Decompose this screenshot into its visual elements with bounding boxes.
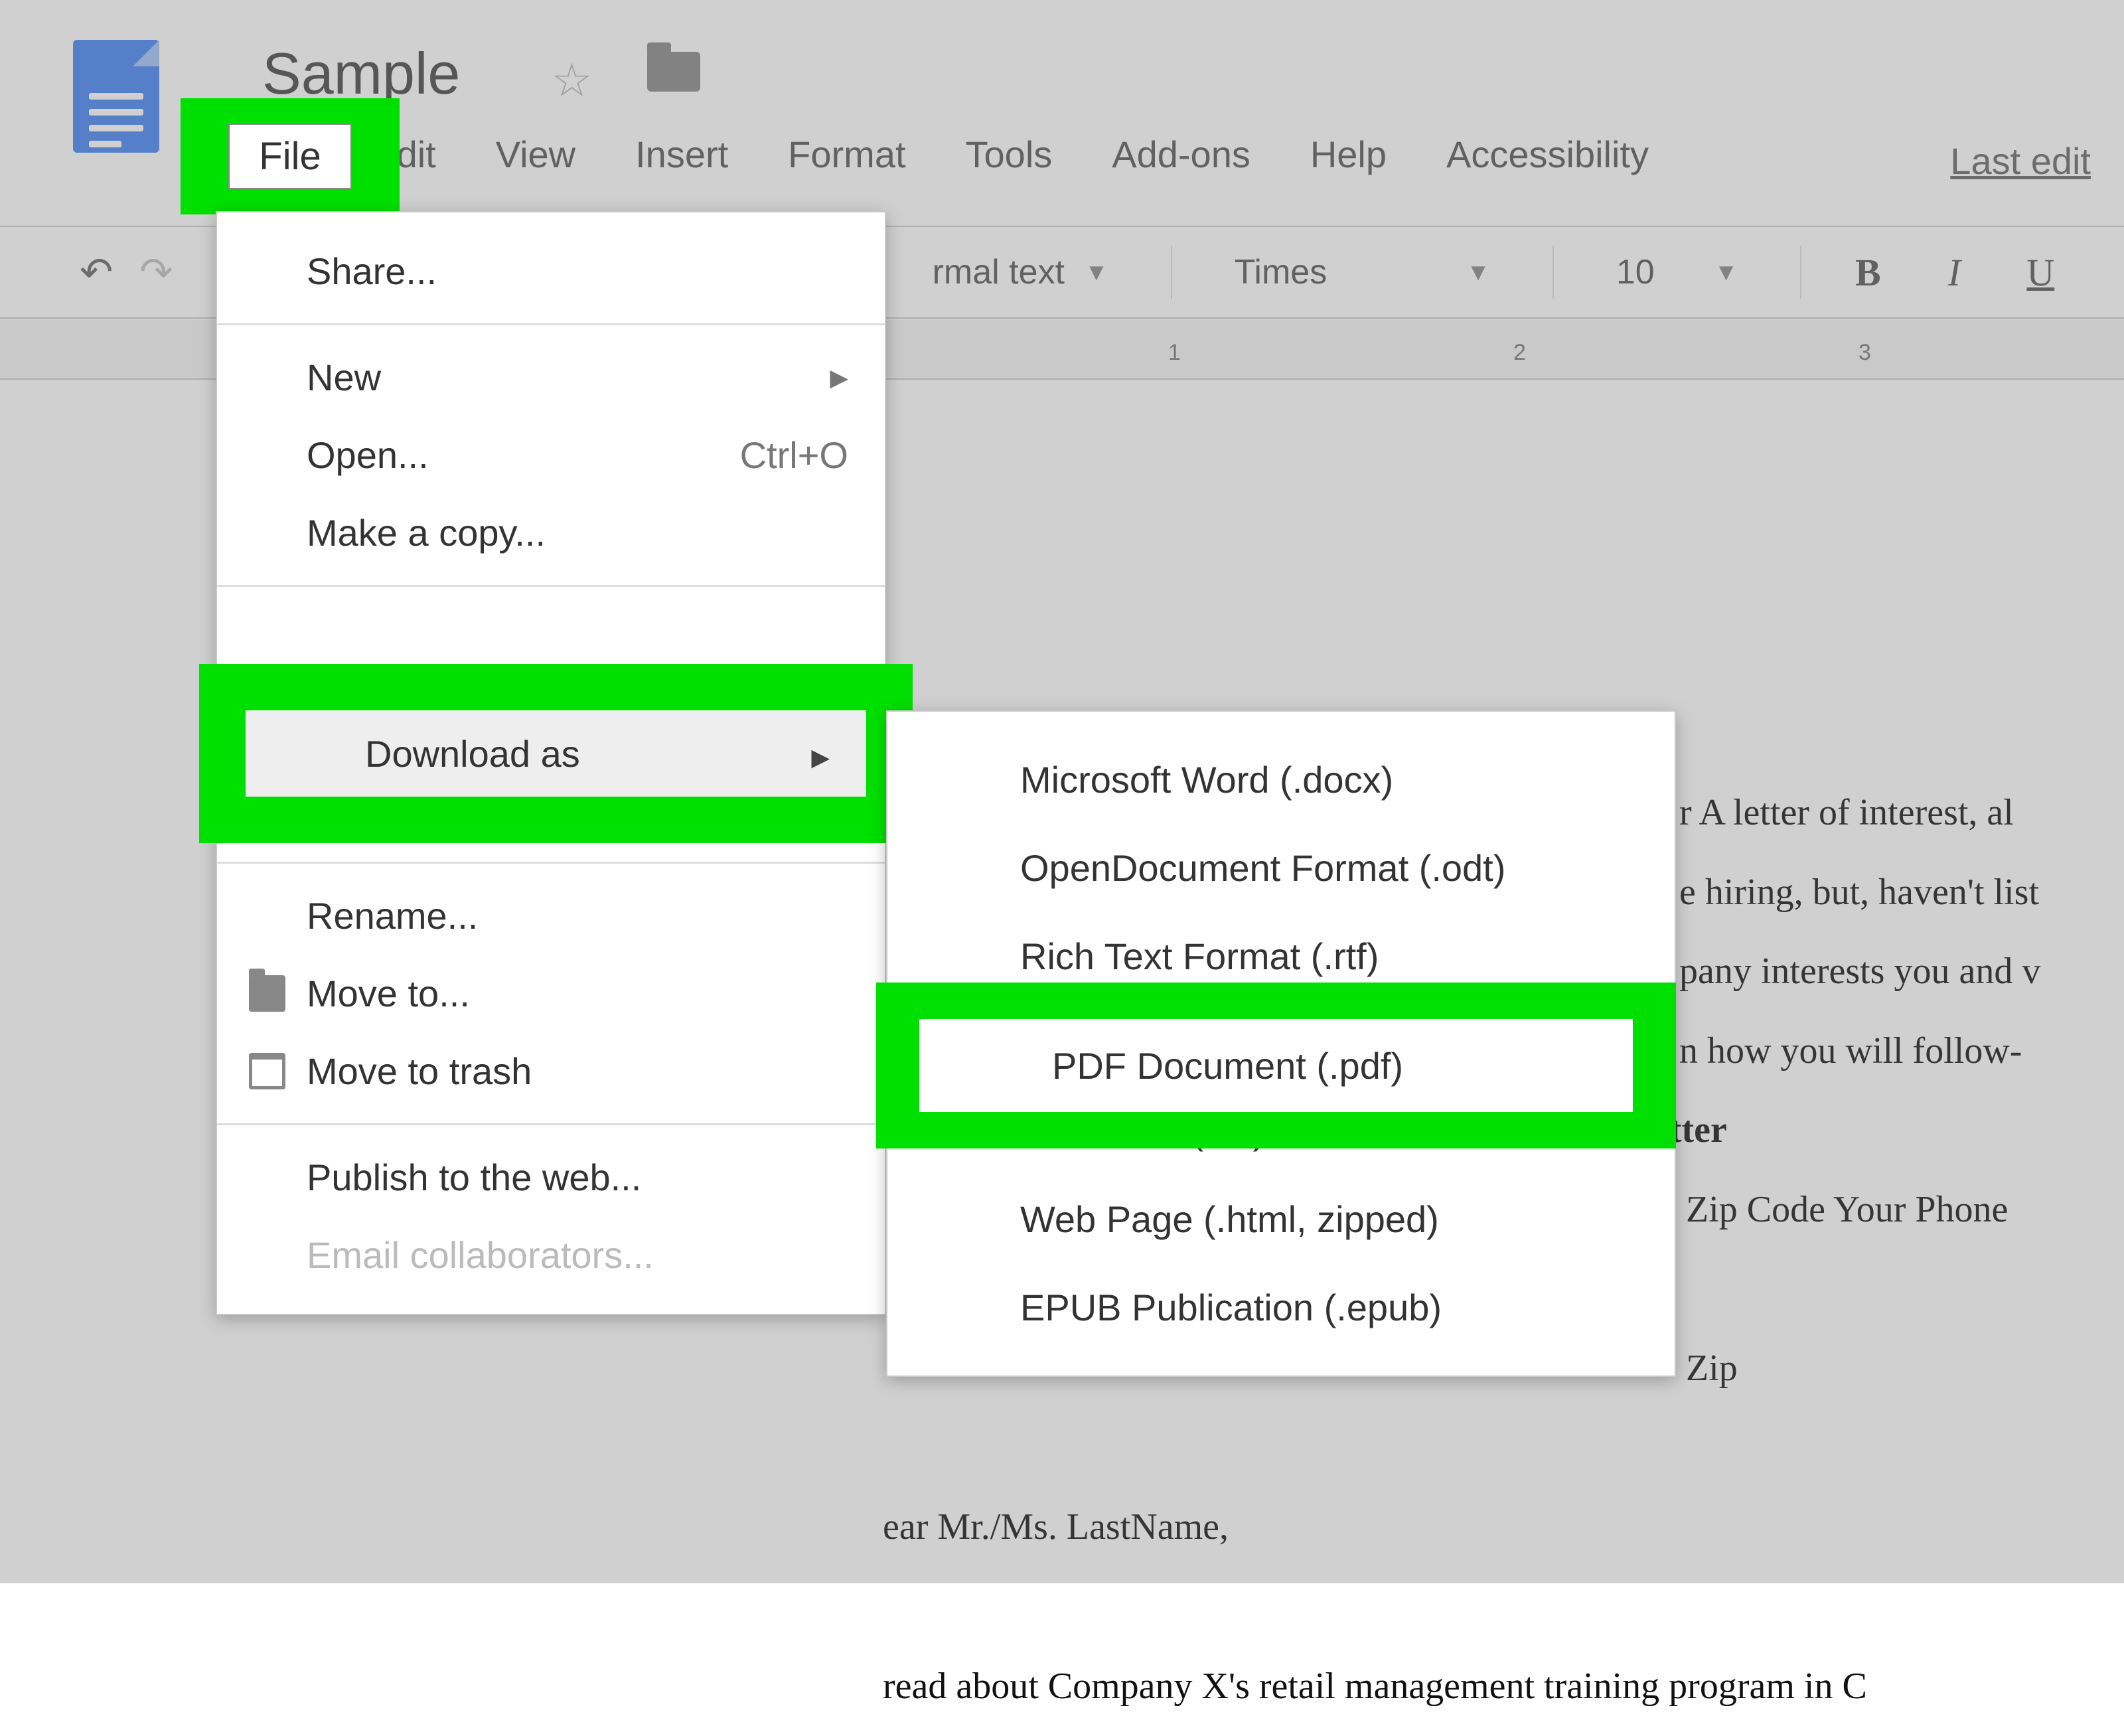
file-menu-item-label: Move to trash [307, 1050, 532, 1093]
menu-tools[interactable]: Tools [966, 133, 1053, 176]
menu-view[interactable]: View [496, 133, 575, 176]
file-menu-item-label: Rename... [307, 894, 478, 937]
file-menu-item[interactable]: Publish to the web... [217, 1139, 885, 1216]
file-menu-item-label: Publish to the web... [307, 1156, 641, 1199]
undo-icon[interactable]: ↶ [80, 249, 113, 295]
paragraph-style-combo[interactable]: rmal text▼ [917, 247, 1124, 297]
file-menu-item[interactable]: Open... Ctrl+O [217, 416, 885, 494]
keyboard-shortcut: Ctrl+O [740, 434, 848, 477]
file-menu-item[interactable]: Rename... [217, 877, 885, 955]
file-menu-item-label: Email collaborators... [307, 1233, 654, 1277]
file-menu-item-label: Move to... [307, 972, 470, 1015]
ruler-mark: 2 [1513, 340, 1526, 366]
trash-icon [249, 1053, 285, 1089]
file-menu-item[interactable]: Share... [217, 232, 885, 310]
menu-file-highlighted[interactable]: File [228, 123, 351, 189]
menu-addons[interactable]: Add-ons [1112, 133, 1251, 176]
folder-icon [249, 975, 285, 1012]
star-icon[interactable]: ☆ [551, 53, 593, 108]
menu-accessibility[interactable]: Accessibility [1446, 133, 1649, 176]
submenu-item-pdf-highlighted[interactable]: PDF Document (.pdf) [919, 1019, 1633, 1112]
file-menu-item[interactable]: Move to trash [217, 1032, 885, 1110]
file-menu-item-label: New [307, 356, 381, 399]
file-menu-item[interactable]: Make a copy... [217, 494, 885, 572]
chevron-right-icon: ▶ [830, 364, 848, 392]
bold-button[interactable]: B [1848, 250, 1888, 295]
download-submenu-item[interactable]: Web Page (.html, zipped) [887, 1175, 1675, 1263]
last-edit-link[interactable]: Last edit [1950, 139, 2091, 183]
highlight-pdf: PDF Document (.pdf) [876, 983, 1676, 1148]
highlight-download-as: Download as ▶ [199, 664, 913, 843]
document-title[interactable]: Sample [262, 40, 460, 108]
highlight-file: File [181, 98, 400, 214]
file-menu-item[interactable]: Move to... [217, 955, 885, 1032]
file-menu-item-label: Make a copy... [307, 511, 546, 554]
menu-format[interactable]: Format [788, 133, 905, 176]
ruler-mark: 3 [1858, 340, 1871, 366]
download-submenu-item[interactable]: OpenDocument Format (.odt) [887, 824, 1675, 912]
file-menu-item[interactable]: New ▶ [217, 339, 885, 416]
file-menu-item-label: Open... [307, 434, 429, 477]
menu-insert[interactable]: Insert [635, 133, 728, 176]
redo-icon[interactable]: ↷ [139, 249, 173, 295]
underline-button[interactable]: U [2020, 250, 2060, 295]
menu-help[interactable]: Help [1310, 133, 1387, 176]
font-size-combo[interactable]: 10▼ [1600, 247, 1754, 297]
ruler-mark: 1 [1168, 340, 1181, 366]
file-menu-item: Email collaborators... [217, 1216, 885, 1294]
file-menu-item-label: Share... [307, 250, 437, 293]
menu-item-download-as-highlighted[interactable]: Download as ▶ [246, 710, 866, 797]
download-submenu-item[interactable]: Microsoft Word (.docx) [887, 736, 1675, 824]
italic-button[interactable]: I [1934, 250, 1974, 295]
font-family-combo[interactable]: Times▼ [1219, 247, 1506, 297]
download-submenu-item[interactable]: EPUB Publication (.epub) [887, 1263, 1675, 1352]
move-folder-icon[interactable] [647, 52, 700, 92]
